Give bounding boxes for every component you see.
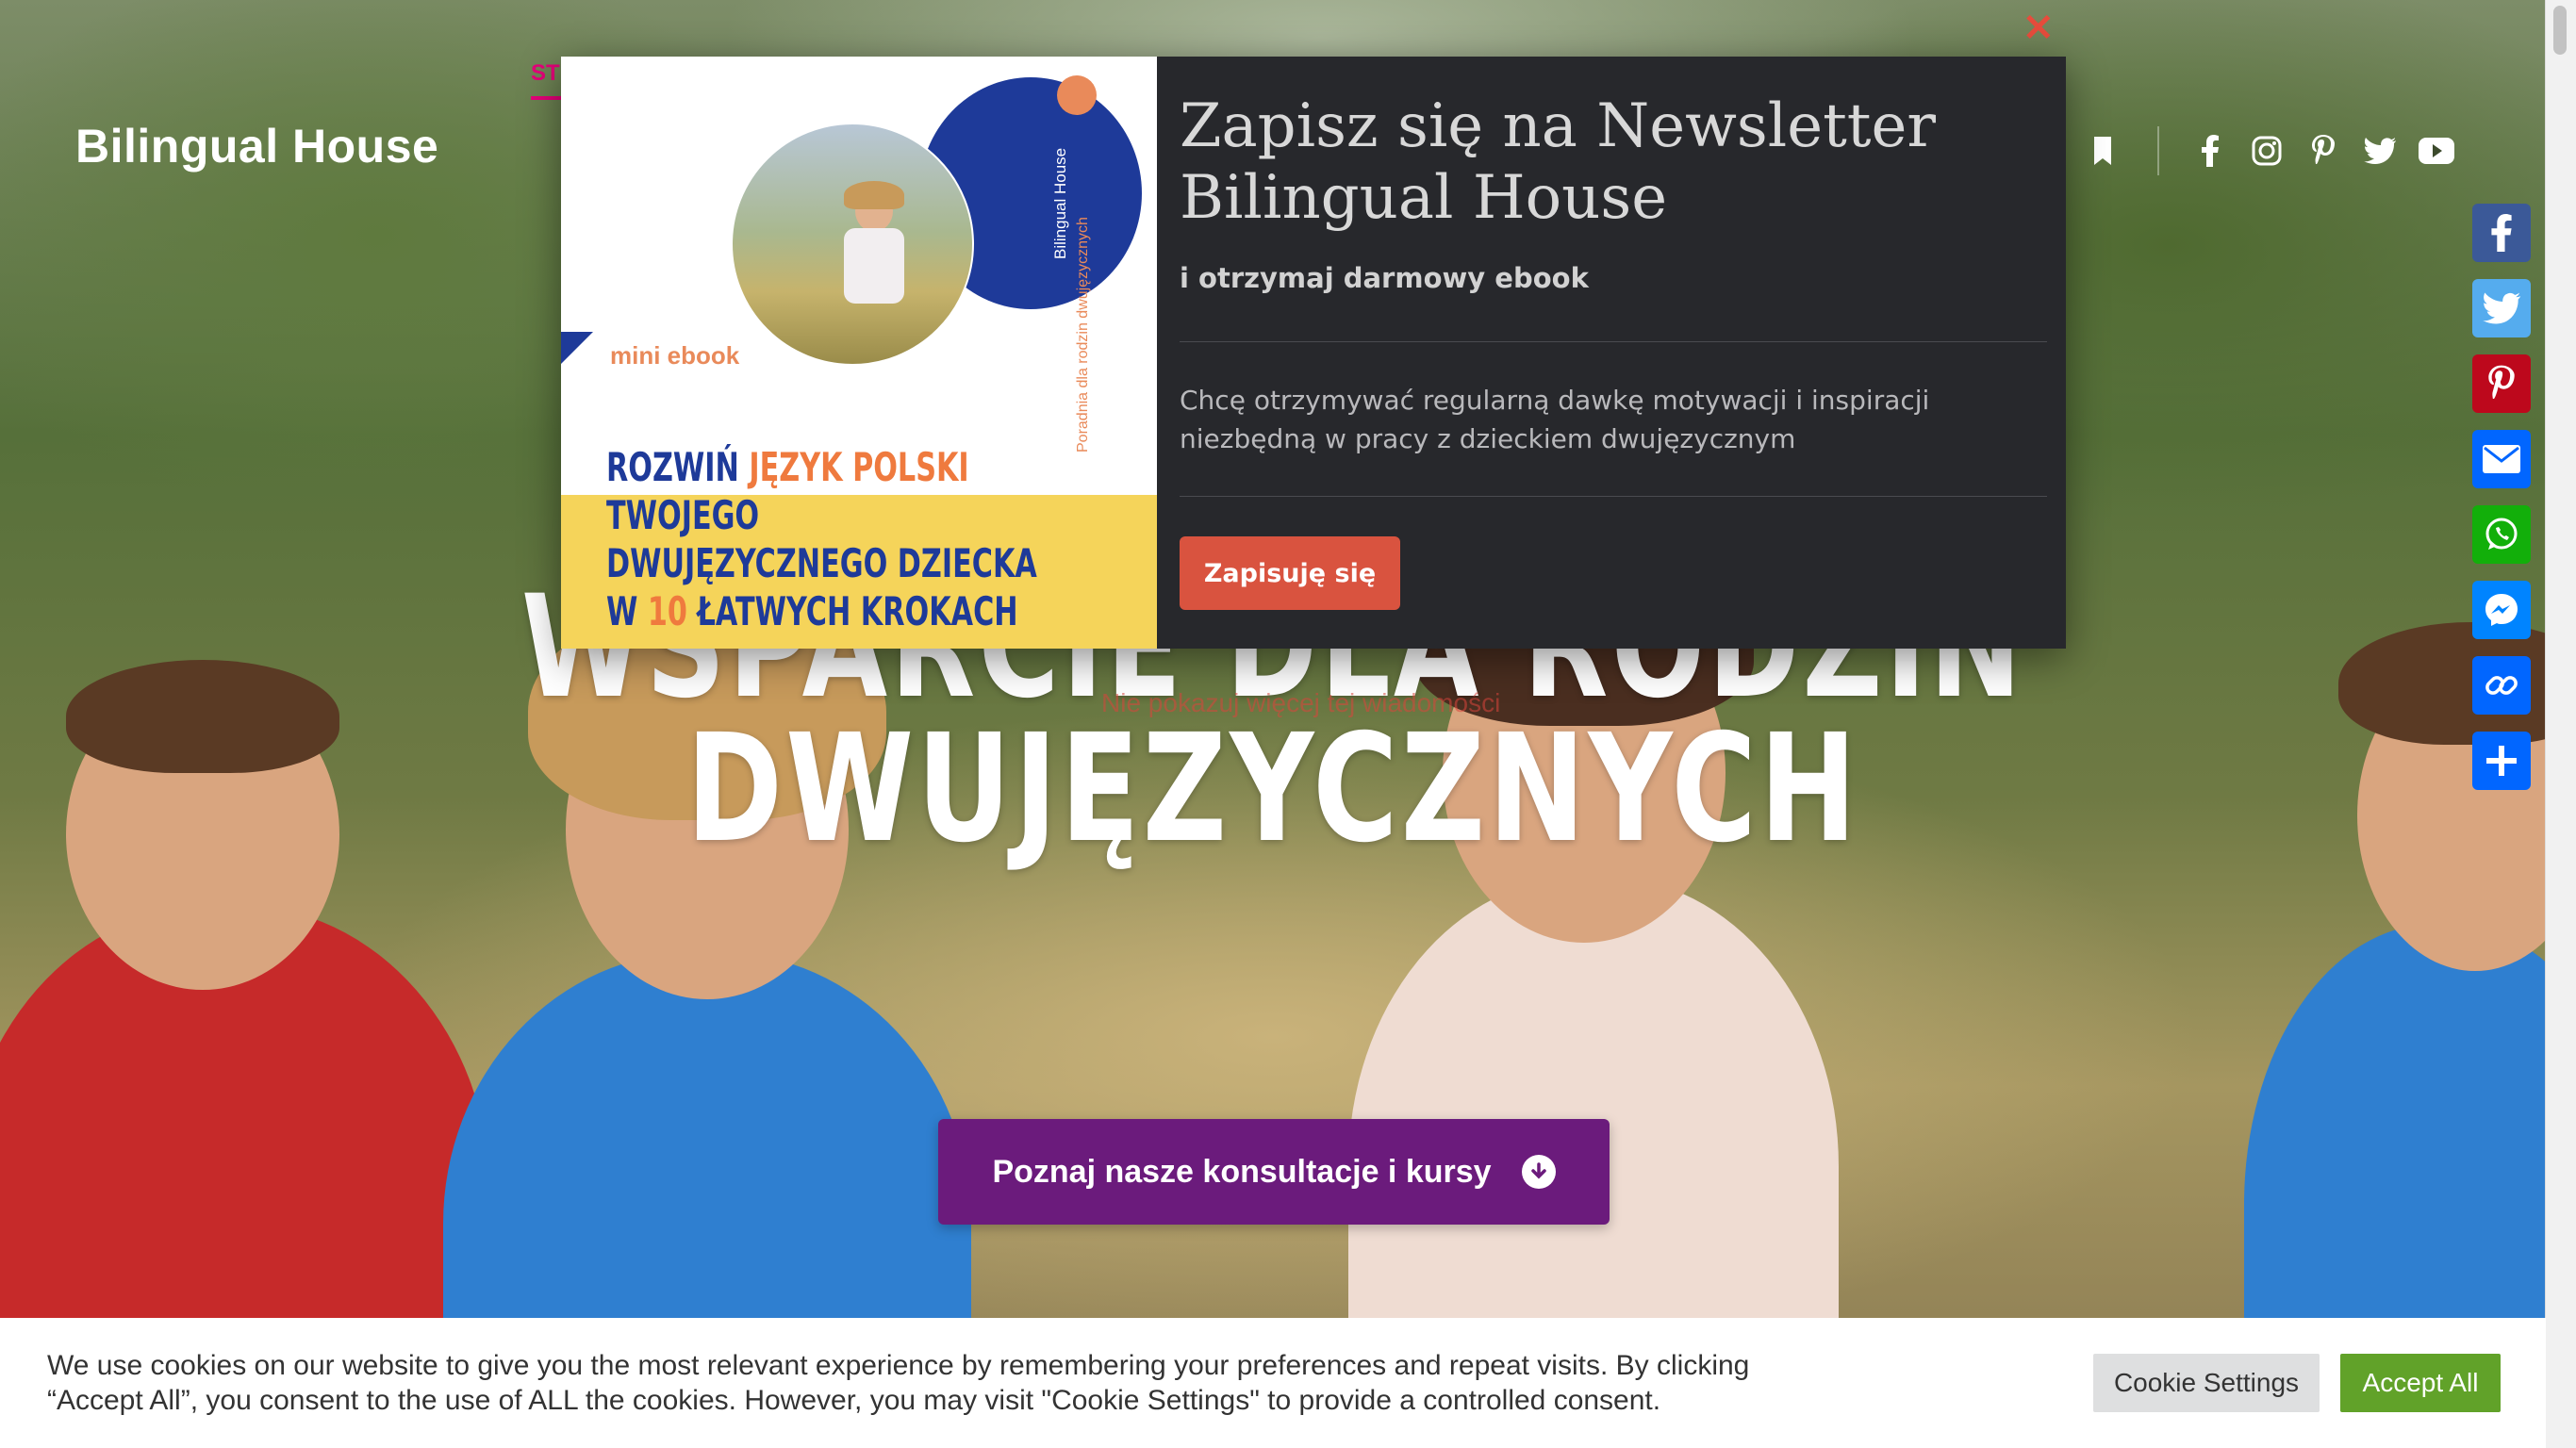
- share-facebook-button[interactable]: [2472, 204, 2531, 262]
- youtube-icon[interactable]: [2418, 132, 2455, 170]
- ebook-cover: Poradnia dla rodzin dwujęzycznych Biling…: [561, 57, 1157, 649]
- share-more-button[interactable]: [2472, 732, 2531, 790]
- cookie-consent-bar: We use cookies on our website to give yo…: [0, 1318, 2546, 1448]
- arrow-down-circle-icon: [1521, 1155, 1556, 1189]
- whatsapp-icon: [2485, 518, 2518, 550]
- newsletter-description: Chcę otrzymywać regularną dawkę motywacj…: [1180, 385, 1930, 454]
- newsletter-modal: Poradnia dla rodzin dwujęzycznych Biling…: [561, 57, 2066, 649]
- divider: [1180, 341, 2047, 342]
- instagram-icon[interactable]: [2248, 132, 2286, 170]
- twitter-icon: [2483, 292, 2520, 324]
- newsletter-form-panel: Zapisz się na Newsletter Bilingual House…: [1157, 57, 2066, 649]
- share-messenger-button[interactable]: [2472, 581, 2531, 639]
- messenger-icon: [2485, 594, 2518, 626]
- cookie-settings-button[interactable]: Cookie Settings: [2093, 1354, 2320, 1412]
- dismiss-forever-link[interactable]: Nie pokazuj więcej tej wiadomości: [1101, 688, 1500, 718]
- pinterest-icon: [2488, 365, 2515, 399]
- courses-cta-button[interactable]: Poznaj nasze konsultacje i kursy: [938, 1119, 1610, 1225]
- cookie-consent-text: We use cookies on our website to give yo…: [47, 1350, 1750, 1416]
- share-whatsapp-button[interactable]: [2472, 505, 2531, 564]
- ebook-vertical-brand: Bilingual House: [1051, 147, 1069, 259]
- newsletter-subheading: i otrzymaj darmowy ebook: [1180, 262, 1589, 294]
- page-scrollbar[interactable]: [2545, 0, 2576, 1448]
- share-email-button[interactable]: [2472, 430, 2531, 488]
- share-pinterest-button[interactable]: [2472, 354, 2531, 413]
- accept-all-button[interactable]: Accept All: [2340, 1354, 2501, 1412]
- share-sidebar: [2472, 204, 2531, 807]
- bookmark-icon[interactable]: [2084, 132, 2122, 170]
- nav-item-start[interactable]: ST: [531, 60, 561, 100]
- link-icon: [2485, 676, 2518, 695]
- header-icons: [2084, 126, 2474, 175]
- site-logo[interactable]: Bilingual House: [75, 119, 438, 173]
- ebook-photo-girl: [731, 123, 974, 366]
- header-divider: [2157, 126, 2159, 175]
- pinterest-icon[interactable]: [2304, 132, 2342, 170]
- hero-headline-line2: DWUJĘZYCZNYCH: [685, 702, 1860, 876]
- share-copy-link-button[interactable]: [2472, 656, 2531, 715]
- email-icon: [2483, 445, 2520, 473]
- courses-cta-label: Poznaj nasze konsultacje i kursy: [992, 1153, 1492, 1190]
- facebook-icon: [2491, 214, 2512, 252]
- share-twitter-button[interactable]: [2472, 279, 2531, 337]
- newsletter-heading: Zapisz się na Newsletter Bilingual House: [1180, 91, 1936, 233]
- ebook-vertical-text: Poradnia dla rodzin dwujęzycznych: [1075, 217, 1091, 452]
- subscribe-button[interactable]: Zapisuję się: [1180, 536, 1400, 610]
- divider: [1180, 496, 2047, 497]
- ebook-mini-label: mini ebook: [610, 341, 740, 370]
- twitter-icon[interactable]: [2361, 132, 2399, 170]
- modal-close-button[interactable]: ✕: [2023, 9, 2055, 47]
- ebook-title: ROZWIŃ JĘZYK POLSKI TWOJEGO DWUJĘZYCZNEG…: [606, 444, 1037, 634]
- plus-icon: [2486, 746, 2517, 776]
- facebook-icon[interactable]: [2191, 132, 2229, 170]
